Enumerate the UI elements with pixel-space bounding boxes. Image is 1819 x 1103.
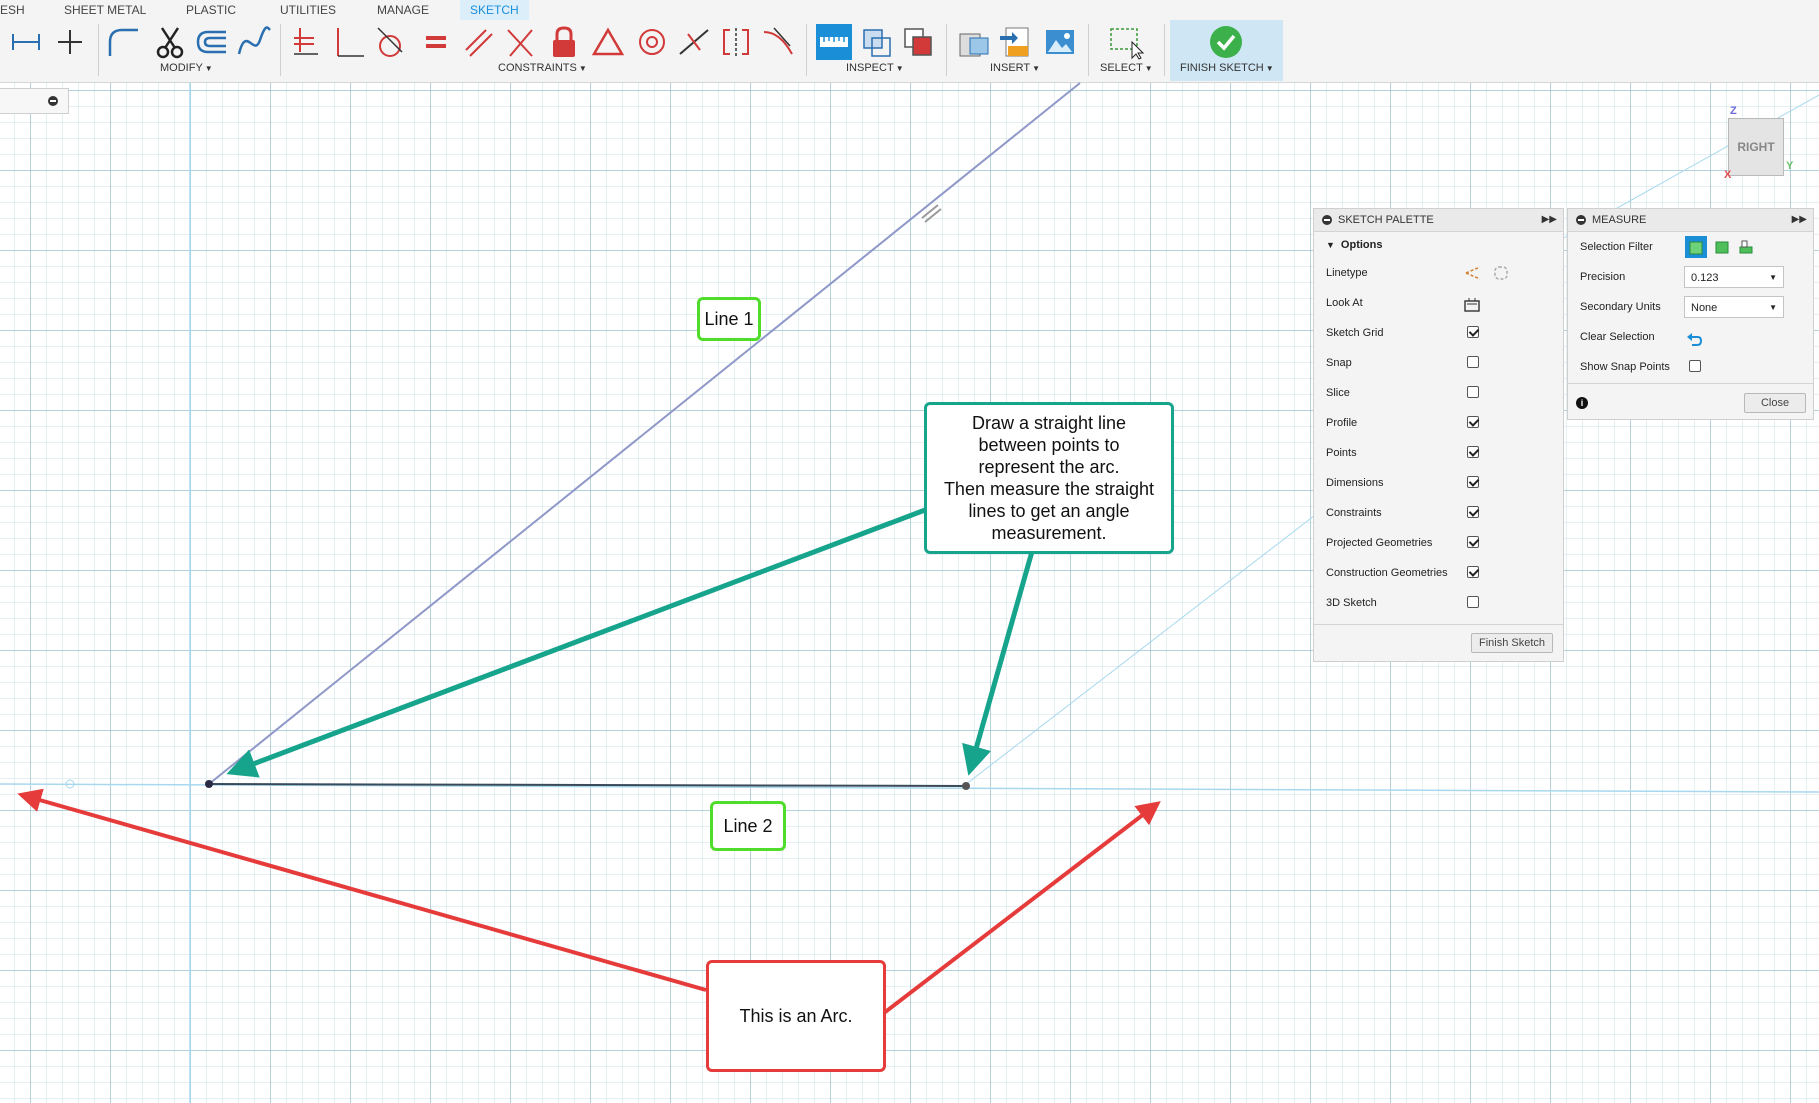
measure-header[interactable]: MEASURE ▶▶ bbox=[1568, 209, 1813, 232]
info-icon[interactable]: i bbox=[1576, 397, 1588, 409]
line2-label: Line 2 bbox=[710, 801, 786, 851]
points-label: Points bbox=[1326, 447, 1357, 459]
precision-value: 0.123 bbox=[1691, 272, 1719, 284]
points-checkbox[interactable] bbox=[1467, 446, 1479, 458]
chevron-down-icon: ▼ bbox=[1769, 303, 1777, 312]
construction-geometries-checkbox[interactable] bbox=[1467, 566, 1479, 578]
options-section[interactable]: ▼ Options bbox=[1314, 232, 1563, 258]
line1-label: Line 1 bbox=[697, 297, 761, 341]
sketch-grid-label: Sketch Grid bbox=[1326, 327, 1384, 339]
collapse-icon[interactable] bbox=[1322, 215, 1332, 225]
precision-row: Precision 0.123 ▼ bbox=[1568, 262, 1813, 292]
sketch-grid-row: Sketch Grid bbox=[1314, 318, 1563, 348]
close-button[interactable]: Close bbox=[1744, 393, 1806, 413]
points-row: Points bbox=[1314, 438, 1563, 468]
divider bbox=[1314, 624, 1563, 625]
profile-checkbox[interactable] bbox=[1467, 416, 1479, 428]
dimensions-label: Dimensions bbox=[1326, 477, 1384, 489]
red-arrow-right bbox=[878, 801, 1161, 1018]
secondary-units-label: Secondary Units bbox=[1580, 301, 1661, 313]
slice-checkbox[interactable] bbox=[1467, 386, 1479, 398]
linetype-label: Linetype bbox=[1326, 267, 1368, 279]
y-axis-label: Y bbox=[1786, 160, 1794, 172]
linetype-row: Linetype bbox=[1314, 258, 1563, 288]
finish-sketch-panel-button[interactable]: Finish Sketch bbox=[1471, 633, 1553, 653]
look-at-label: Look At bbox=[1326, 297, 1363, 309]
instruction-line: represent the arc. bbox=[978, 457, 1120, 477]
selection-filter-row: Selection Filter bbox=[1568, 232, 1813, 262]
secondary-units-row: Secondary Units None ▼ bbox=[1568, 292, 1813, 322]
profile-row: Profile bbox=[1314, 408, 1563, 438]
sketch-palette-title: SKETCH PALETTE bbox=[1338, 214, 1434, 226]
red-arrow-left bbox=[17, 788, 707, 992]
browser-collapsed-panel[interactable] bbox=[0, 88, 69, 114]
snap-label: Snap bbox=[1326, 357, 1352, 369]
projected-geometries-checkbox[interactable] bbox=[1467, 536, 1479, 548]
slice-label: Slice bbox=[1326, 387, 1350, 399]
teal-arrow-to-end bbox=[962, 547, 1036, 776]
instruction-line: Then measure the straight bbox=[943, 479, 1155, 499]
sketch-grid-checkbox[interactable] bbox=[1467, 326, 1479, 338]
show-snap-points-label: Show Snap Points bbox=[1580, 361, 1670, 373]
instruction-line: lines to get an angle bbox=[968, 501, 1130, 521]
show-snap-points-checkbox[interactable] bbox=[1689, 360, 1701, 372]
expand-arrows-icon[interactable]: ▶▶ bbox=[1792, 209, 1807, 231]
snap-row: Snap bbox=[1314, 348, 1563, 378]
clear-selection-label: Clear Selection bbox=[1580, 331, 1655, 343]
measure-panel: MEASURE ▶▶ Selection Filter Precision 0.… bbox=[1567, 208, 1814, 420]
show-snap-points-row: Show Snap Points bbox=[1568, 352, 1813, 382]
3d-sketch-label: 3D Sketch bbox=[1326, 597, 1377, 609]
instruction-line: measurement. bbox=[991, 523, 1107, 543]
options-section-label: Options bbox=[1340, 239, 1383, 251]
projected-geometries-label: Projected Geometries bbox=[1326, 537, 1433, 549]
instruction-callout: Draw a straight line between points to r… bbox=[924, 402, 1174, 554]
look-at-row: Look At bbox=[1314, 288, 1563, 318]
measure-title: MEASURE bbox=[1592, 214, 1647, 226]
snap-checkbox[interactable] bbox=[1467, 356, 1479, 368]
dimensions-row: Dimensions bbox=[1314, 468, 1563, 498]
z-axis-label: Z bbox=[1730, 105, 1737, 117]
3d-sketch-checkbox[interactable] bbox=[1467, 596, 1479, 608]
sketch-palette-panel: SKETCH PALETTE ▶▶ ▼ Options Linetype Look… bbox=[1313, 208, 1564, 662]
clear-selection-row: Clear Selection bbox=[1568, 322, 1813, 352]
instruction-line: Draw a straight line bbox=[971, 413, 1127, 433]
fusion-app-window: ESH SHEET METAL PLASTIC UTILITIES MANAGE… bbox=[0, 0, 1819, 1103]
expand-arrows-icon[interactable]: ▶▶ bbox=[1542, 209, 1557, 231]
chevron-down-icon: ▼ bbox=[1326, 240, 1335, 250]
sketch-palette-header[interactable]: SKETCH PALETTE ▶▶ bbox=[1314, 209, 1563, 232]
dimensions-checkbox[interactable] bbox=[1467, 476, 1479, 488]
3d-sketch-row: 3D Sketch bbox=[1314, 588, 1563, 618]
precision-label: Precision bbox=[1580, 271, 1626, 283]
profile-label: Profile bbox=[1326, 417, 1358, 429]
arc-callout: This is an Arc. bbox=[706, 960, 886, 1072]
filter-face-icon[interactable] bbox=[1685, 236, 1707, 258]
constraints-label: Constraints bbox=[1326, 507, 1382, 519]
sketch-point-start[interactable] bbox=[205, 780, 213, 788]
projected-geometries-row: Projected Geometries bbox=[1314, 528, 1563, 558]
selection-filter-label: Selection Filter bbox=[1580, 241, 1653, 253]
sketch-point-end[interactable] bbox=[962, 782, 970, 790]
construction-geometries-label: Construction Geometries bbox=[1326, 567, 1448, 579]
collapse-icon[interactable] bbox=[1576, 215, 1586, 225]
collapse-icon[interactable] bbox=[48, 96, 58, 106]
construction-geometries-row: Construction Geometries bbox=[1314, 558, 1563, 588]
constraints-checkbox[interactable] bbox=[1467, 506, 1479, 518]
constraints-row: Constraints bbox=[1314, 498, 1563, 528]
slice-row: Slice bbox=[1314, 378, 1563, 408]
precision-select[interactable]: 0.123 ▼ bbox=[1684, 266, 1784, 288]
x-axis-label: X bbox=[1724, 169, 1732, 181]
instruction-line: between points to bbox=[978, 435, 1120, 455]
viewcube[interactable]: RIGHT bbox=[1728, 118, 1784, 176]
chevron-down-icon: ▼ bbox=[1769, 273, 1777, 282]
secondary-units-select[interactable]: None ▼ bbox=[1684, 296, 1784, 318]
teal-arrow-to-start bbox=[226, 507, 926, 778]
divider bbox=[1568, 383, 1813, 384]
secondary-units-value: None bbox=[1691, 302, 1718, 314]
